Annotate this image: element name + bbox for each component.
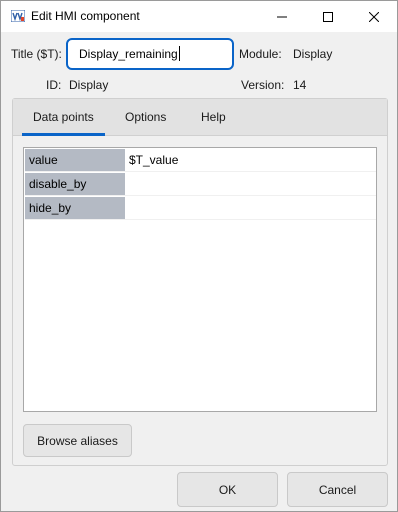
datapoints-grid[interactable]: value $T_value disable_by hide_by [23,147,377,412]
app-icon [11,10,25,22]
maximize-icon [323,11,333,22]
id-label: ID: [46,78,62,92]
version-value: 14 [293,78,307,92]
title-input[interactable]: Display_remaining [66,38,234,70]
version-label: Version: [241,78,285,92]
title-bar[interactable]: Edit HMI component [1,1,397,32]
datapoint-value[interactable]: $T_value [125,149,375,171]
datapoint-value[interactable] [125,197,375,219]
tab-panel: Data points Options Help value $T_value … [12,98,388,466]
text-caret [178,46,180,61]
table-row[interactable]: value $T_value [25,148,376,172]
minimize-icon [277,16,287,17]
table-row[interactable]: disable_by [25,172,376,196]
window-title: Edit HMI component [31,9,140,23]
cancel-button[interactable]: Cancel [287,472,388,507]
close-icon [369,11,379,22]
datapoint-key: hide_by [25,197,125,219]
title-input-value: Display_remaining [79,47,178,61]
table-row[interactable]: hide_by [25,196,376,220]
tab-help[interactable]: Help [201,110,226,124]
tab-strip: Data points Options Help [13,99,387,136]
browse-aliases-button[interactable]: Browse aliases [23,424,132,457]
datapoint-key: disable_by [25,173,125,195]
id-value: Display [69,78,109,92]
tab-options[interactable]: Options [125,110,166,124]
title-label: Title ($T): [11,47,62,61]
module-value: Display [293,47,333,61]
maximize-button[interactable] [305,1,351,32]
module-label: Module: [239,47,282,61]
selected-tab-indicator [22,133,105,136]
ok-button[interactable]: OK [177,472,278,507]
minimize-button[interactable] [259,1,305,32]
datapoint-value[interactable] [125,173,375,195]
edit-hmi-component-dialog: Edit HMI component Title ($T): Display_r… [0,0,398,512]
datapoint-key: value [25,149,125,171]
close-button[interactable] [351,1,397,32]
tab-data-points[interactable]: Data points [33,110,94,124]
